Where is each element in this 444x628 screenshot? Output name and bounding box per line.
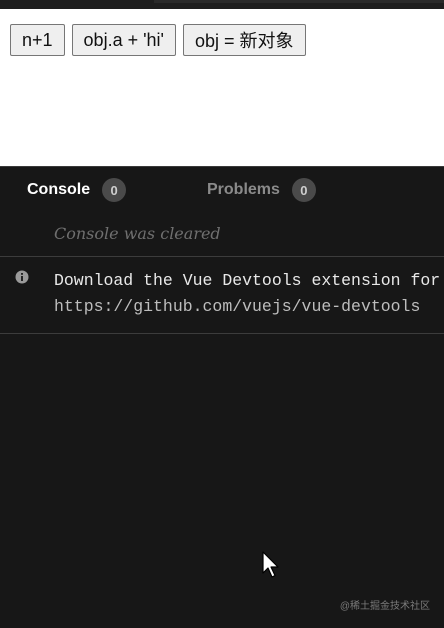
tab-problems[interactable]: Problems 0 [207,178,316,202]
log-message-text: Download the Vue Devtools extension for [54,271,441,290]
log-divider [0,333,444,334]
console-count-badge: 0 [102,178,127,202]
vue-devtools-link[interactable]: https://github.com/vuejs/vue-devtools [54,297,420,316]
console-panel: Console 0 Problems 0 Console was cleared… [0,166,444,628]
info-icon [15,270,29,284]
watermark: @稀土掘金技术社区 [339,601,430,612]
editor-tab-edge [154,0,444,3]
increment-n-button[interactable]: n+1 [10,24,65,56]
editor-top-strip [0,0,444,9]
append-hi-button[interactable]: obj.a + 'hi' [71,24,176,56]
tab-console-label: Console [27,181,91,198]
preview-button-row: n+1 obj.a + 'hi' obj = 新对象 [10,24,306,56]
tab-problems-label: Problems [207,181,280,198]
mouse-cursor-icon [262,551,279,578]
console-cleared-message: Console was cleared [54,224,221,243]
log-entry: Download the Vue Devtools extension for … [0,257,444,333]
problems-count-badge: 0 [291,178,316,202]
preview-pane: n+1 obj.a + 'hi' obj = 新对象 [0,9,444,166]
console-tabbar: Console 0 Problems 0 [0,167,444,213]
replace-obj-button[interactable]: obj = 新对象 [182,24,306,56]
tab-console[interactable]: Console 0 [27,178,127,202]
